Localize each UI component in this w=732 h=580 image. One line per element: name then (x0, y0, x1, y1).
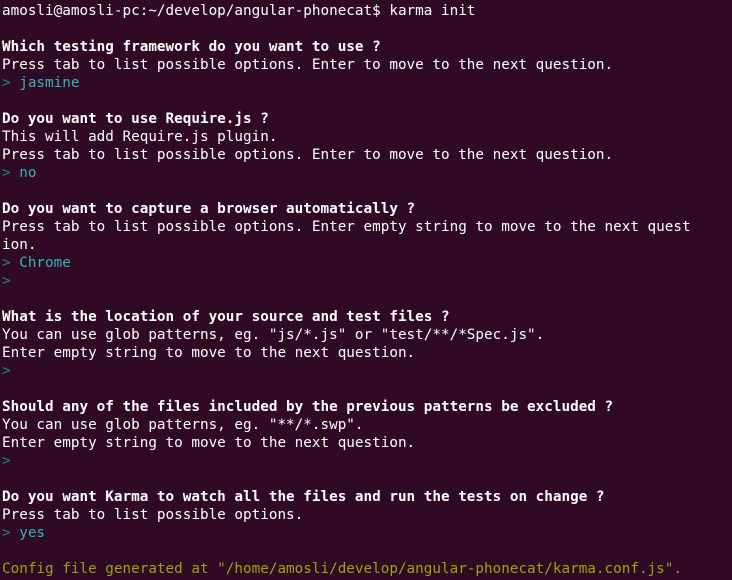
terminal-question-line: What is the location of your source and … (2, 308, 732, 326)
terminal-hint-line: This will add Require.js plugin. (2, 128, 732, 146)
answer-text: yes (19, 525, 46, 541)
terminal-hint-line: Press tab to list possible options. Ente… (2, 218, 732, 236)
prompt-marker: > (2, 75, 20, 91)
terminal-hint-line: Press tab to list possible options. Ente… (2, 56, 732, 74)
line-text: Press tab to list possible options. Ente… (2, 219, 691, 235)
terminal-screen[interactable]: amosli@amosli-pc:~/develop/angular-phone… (0, 0, 732, 578)
terminal-command-line: amosli@amosli-pc:~/develop/angular-phone… (2, 2, 732, 20)
terminal-question-line: Do you want to capture a browser automat… (2, 200, 732, 218)
answer-text: no (19, 165, 37, 181)
line-text: Should any of the files included by the … (2, 399, 614, 415)
terminal-success-line: Config file generated at "/home/amosli/d… (2, 560, 732, 578)
terminal-answer-line: > yes (2, 524, 732, 542)
terminal-hint-line: Press tab to list possible options. Ente… (2, 146, 732, 164)
terminal-question-line: Do you want to use Require.js ? (2, 110, 732, 128)
line-text: You can use glob patterns, eg. "**/*.swp… (2, 417, 364, 433)
terminal-hint-line: ion. (2, 236, 732, 254)
terminal-answer-line: > (2, 452, 732, 470)
prompt-marker: > (2, 453, 11, 469)
terminal-question-line: Do you want Karma to watch all the files… (2, 488, 732, 506)
terminal-window[interactable]: amosli@amosli-pc:~/develop/angular-phone… (0, 0, 732, 580)
line-text: Config file generated at "/home/amosli/d… (2, 561, 682, 577)
prompt-marker: > (2, 255, 20, 271)
line-text: Enter empty string to move to the next q… (2, 435, 416, 451)
prompt-marker: > (2, 525, 20, 541)
terminal-answer-line: > (2, 272, 732, 290)
line-text: Press tab to list possible options. (2, 507, 304, 523)
line-text: Which testing framework do you want to u… (2, 39, 381, 55)
terminal-question-line: Should any of the files included by the … (2, 398, 732, 416)
line-text: Do you want to capture a browser automat… (2, 201, 416, 217)
line-text: This will add Require.js plugin. (2, 129, 278, 145)
line-text: Press tab to list possible options. Ente… (2, 147, 614, 163)
line-text: amosli@amosli-pc:~/develop/angular-phone… (2, 3, 476, 19)
terminal-answer-line: > no (2, 164, 732, 182)
terminal-hint-line: Press tab to list possible options. (2, 506, 732, 524)
line-text: ion. (2, 237, 37, 253)
terminal-answer-line: > (2, 362, 732, 380)
line-text: You can use glob patterns, eg. "js/*.js"… (2, 327, 545, 343)
line-text: Press tab to list possible options. Ente… (2, 57, 614, 73)
line-text: Enter empty string to move to the next q… (2, 345, 416, 361)
answer-text: Chrome (19, 255, 71, 271)
line-text: What is the location of your source and … (2, 309, 450, 325)
prompt-marker: > (2, 165, 20, 181)
answer-text: jasmine (19, 75, 80, 91)
line-text: Do you want to use Require.js ? (2, 111, 269, 127)
terminal-answer-line: > jasmine (2, 74, 732, 92)
terminal-hint-line: Enter empty string to move to the next q… (2, 344, 732, 362)
prompt-marker: > (2, 273, 11, 289)
terminal-hint-line: You can use glob patterns, eg. "**/*.swp… (2, 416, 732, 434)
terminal-hint-line: You can use glob patterns, eg. "js/*.js"… (2, 326, 732, 344)
line-text: Do you want Karma to watch all the files… (2, 489, 605, 505)
terminal-hint-line: Enter empty string to move to the next q… (2, 434, 732, 452)
terminal-question-line: Which testing framework do you want to u… (2, 38, 732, 56)
prompt-marker: > (2, 363, 11, 379)
terminal-answer-line: > Chrome (2, 254, 732, 272)
